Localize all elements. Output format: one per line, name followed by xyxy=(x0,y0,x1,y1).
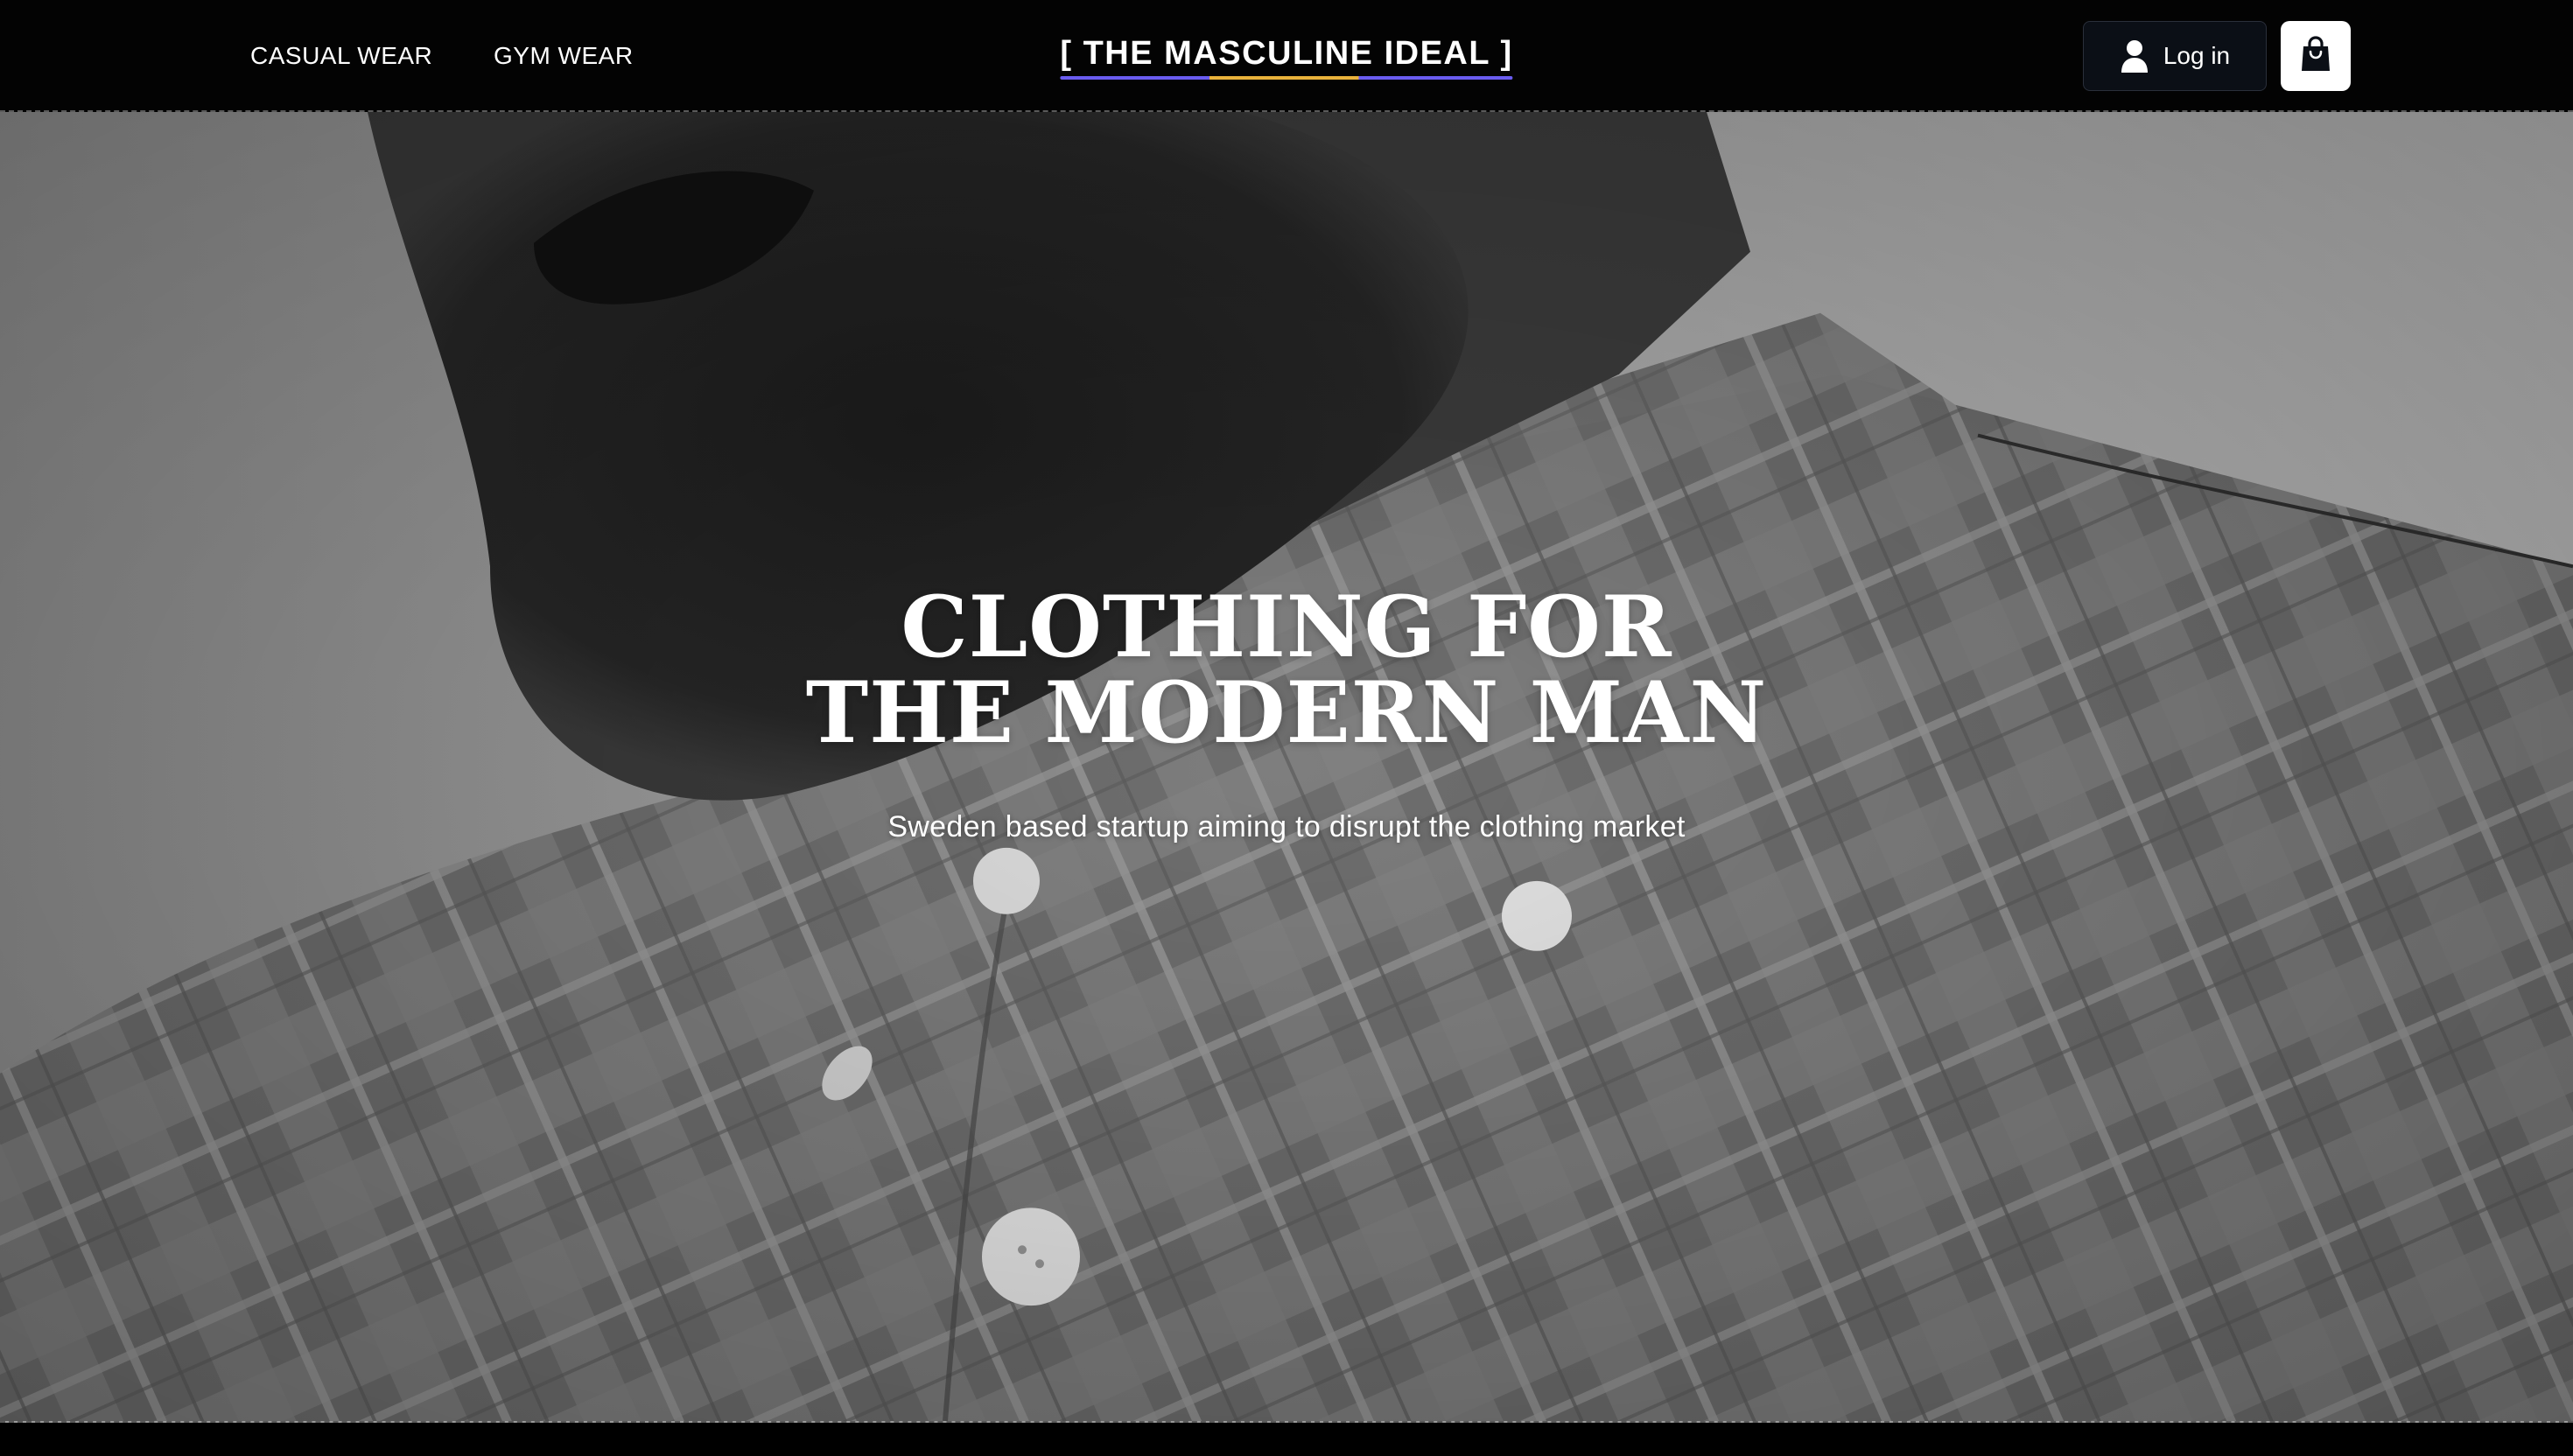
login-label: Log in xyxy=(2163,42,2231,69)
hero-subtitle: Sweden based startup aiming to disrupt t… xyxy=(887,810,1686,844)
hero-text: CLOTHING FOR THE MODERN MAN Sweden based… xyxy=(0,584,2573,844)
shopping-bag-icon xyxy=(2299,35,2332,77)
login-button[interactable]: Log in xyxy=(2083,21,2267,91)
page-bottom-edge xyxy=(0,1423,2573,1456)
cart-button[interactable] xyxy=(2281,21,2351,91)
brand-logo[interactable]: [ THE MASCULINE IDEAL ] xyxy=(1060,35,1513,80)
hero-title: CLOTHING FOR THE MODERN MAN xyxy=(0,584,2573,756)
nav-link-casual-wear[interactable]: CASUAL WEAR xyxy=(250,42,432,70)
hero-section: CLOTHING FOR THE MODERN MAN Sweden based… xyxy=(0,112,2573,1423)
hero-title-line-1: CLOTHING FOR xyxy=(901,578,1672,676)
brand-title: [ THE MASCULINE IDEAL ] xyxy=(1060,35,1513,72)
nav-link-gym-wear[interactable]: GYM WEAR xyxy=(494,42,634,70)
brand-underline xyxy=(1060,76,1513,80)
hero-title-line-2: THE MODERN MAN xyxy=(805,663,1768,762)
user-icon xyxy=(2120,38,2149,74)
top-navigation: CASUAL WEAR GYM WEAR [ THE MASCULINE IDE… xyxy=(0,0,2573,112)
